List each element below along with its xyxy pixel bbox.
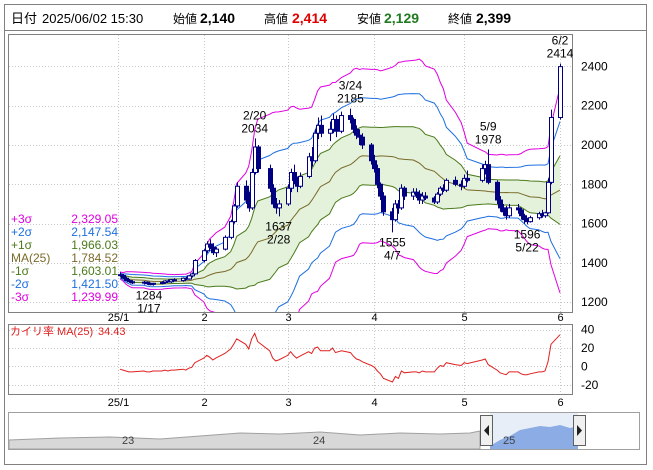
annotation-value: 2414 [547, 47, 574, 61]
candle-down [256, 145, 261, 173]
price-x-tick-label: 4 [371, 312, 377, 324]
annotation-value: 1555 [379, 235, 406, 249]
candle-up [223, 235, 228, 251]
bottom-x-tick-label: 25/1 [108, 397, 129, 409]
deviation-legend-value: 34.43 [98, 326, 126, 338]
navigator-right-handle[interactable] [573, 415, 586, 446]
annotation-value: 1596 [514, 227, 541, 241]
navigator-label-24: 24 [313, 435, 325, 447]
price-tick-label: 2200 [581, 99, 608, 113]
open-label: 始値 [173, 11, 197, 26]
price-x-tick-label: 3 [285, 312, 291, 324]
candle-up [250, 168, 255, 210]
annotation-value: 1284 [136, 289, 163, 303]
annotation-value: 2034 [241, 121, 268, 135]
close-value: 2,399 [476, 10, 511, 26]
legend-label: -1σ [11, 264, 30, 278]
candle-up [193, 258, 198, 275]
deviation-legend-label: カイリ率 MA(25) [10, 324, 93, 338]
deviation-tick-label: 20 [581, 341, 595, 355]
price-tick-label: 1400 [581, 256, 608, 270]
date-label: 日付 [11, 11, 37, 26]
candle-up [229, 219, 234, 240]
annotation-date: 5/9 [480, 119, 497, 133]
annotation-date: 2/20 [243, 108, 267, 122]
candle-up [444, 178, 449, 193]
legend-value: 1,966.03 [71, 238, 118, 252]
deviation-tick-label: 0 [581, 359, 588, 373]
bottom-x-tick-label: 2 [201, 397, 207, 409]
price-x-tick-label: 6 [557, 312, 563, 324]
price-tick-label: 1600 [581, 217, 608, 231]
price-tick-label: 1200 [581, 295, 608, 309]
close-label: 終値 [448, 11, 472, 26]
open-value: 2,140 [200, 10, 235, 26]
legend-value: 2,329.05 [71, 212, 118, 226]
bottom-x-tick-label: 3 [285, 397, 291, 409]
chart-window: 日付 2025/06/02 15:30 始値 2,140 高値 2,414 安値… [0, 0, 653, 470]
legend-value: 1,603.01 [71, 264, 118, 278]
annotation-value: 2185 [337, 92, 364, 106]
price-x-tick-label: 5 [461, 312, 467, 324]
navigator-label-23: 23 [122, 435, 134, 447]
annotation-value: 1637 [265, 219, 292, 233]
bottom-x-tick-label: 6 [557, 397, 563, 409]
high-value: 2,414 [292, 10, 327, 26]
legend-value: 1,784.52 [71, 251, 118, 265]
bottom-x-tick-label: 5 [461, 397, 467, 409]
annotation-date: 1/17 [137, 302, 161, 316]
period-navigator[interactable]: 23 24 25 [8, 412, 640, 450]
legend-label: +3σ [11, 212, 33, 226]
low-value: 2,129 [384, 10, 419, 26]
annotation-date: 6/2 [552, 34, 569, 48]
deviation-tick-label: -20 [581, 378, 599, 392]
navigator-label-25: 25 [503, 435, 515, 447]
annotation-date: 3/24 [339, 79, 363, 93]
legend-value: 1,421.50 [71, 277, 118, 291]
legend-label: -3σ [11, 290, 30, 304]
deviation-panel: 40 20 0 -20 カイリ率 MA(25) 34.43 [8, 323, 599, 395]
candle-up [313, 129, 318, 163]
chart-canvas: 日付 2025/06/02 15:30 始値 2,140 高値 2,414 安値… [4, 4, 647, 465]
navigator-left-handle[interactable] [480, 415, 493, 446]
legend-label: +2σ [11, 225, 33, 239]
legend-value: 2,147.54 [71, 225, 118, 239]
bottom-x-tick-label: 4 [371, 397, 377, 409]
price-tick-label: 2400 [581, 59, 608, 73]
candle-up [235, 182, 240, 208]
price-x-tick-label: 25/1 [108, 312, 129, 324]
legend-label: +1σ [11, 238, 33, 252]
candle-down [381, 192, 386, 216]
date-value: 2025/06/02 15:30 [42, 11, 143, 26]
candle-up [558, 63, 563, 120]
legend-label: -2σ [11, 277, 30, 291]
price-x-tick-label: 2 [201, 312, 207, 324]
annotation-date: 2/28 [267, 232, 291, 246]
annotation-date: 4/7 [384, 248, 401, 262]
legend-value: 1,239.99 [71, 290, 118, 304]
annotation-date: 5/22 [515, 240, 539, 254]
annotation-value: 1978 [475, 132, 502, 146]
deviation-tick-label: 40 [581, 323, 595, 337]
price-tick-label: 2000 [581, 138, 608, 152]
candle-up [232, 203, 237, 224]
candle-up [549, 109, 554, 185]
high-label: 高値 [264, 11, 288, 26]
low-label: 安値 [357, 11, 381, 26]
legend-label: MA(25) [11, 251, 50, 265]
candle-up [546, 178, 551, 214]
price-tick-label: 1800 [581, 177, 608, 191]
